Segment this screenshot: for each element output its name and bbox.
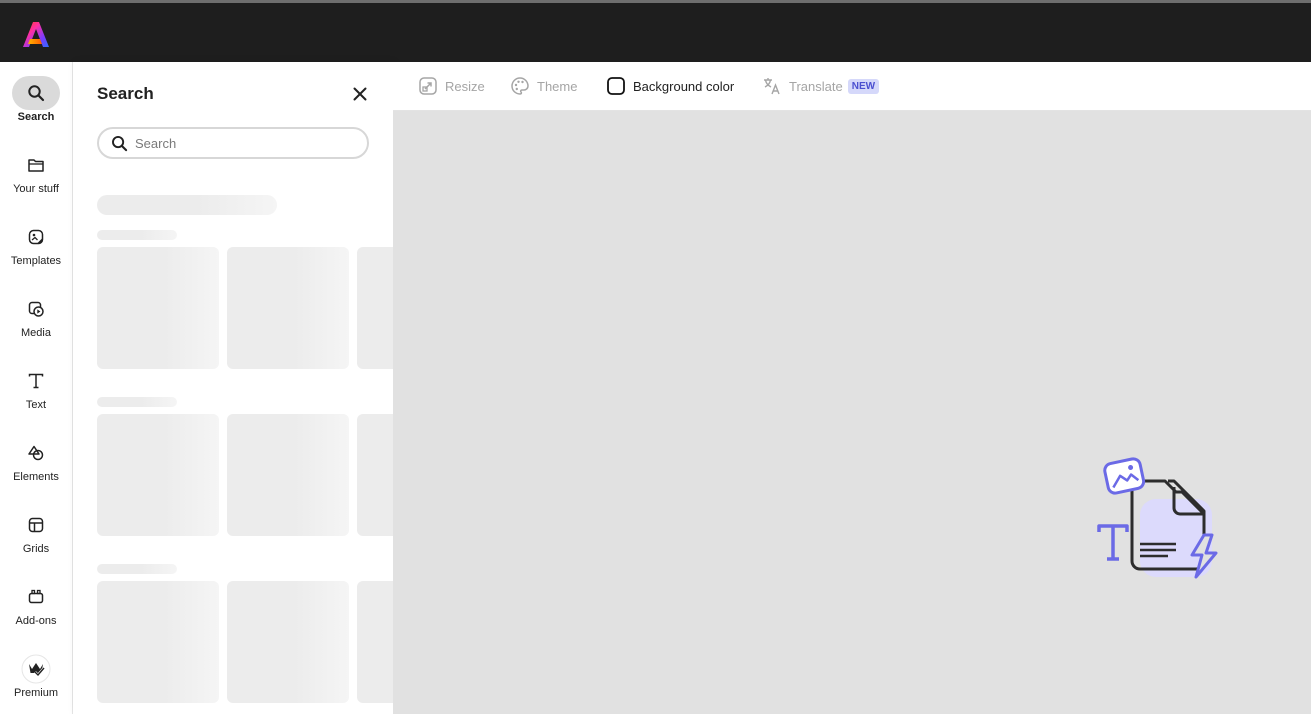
app-header bbox=[0, 0, 1311, 62]
rail-item-templates[interactable]: Templates bbox=[0, 220, 72, 280]
search-panel: Search bbox=[73, 62, 393, 714]
rail-item-grids[interactable]: Grids bbox=[0, 508, 72, 568]
text-icon bbox=[12, 364, 60, 398]
loading-placeholder-label bbox=[97, 230, 177, 240]
loading-placeholder-heading bbox=[97, 195, 277, 215]
search-icon bbox=[112, 136, 128, 152]
rail-label: Your stuff bbox=[13, 183, 59, 195]
search-field[interactable] bbox=[97, 127, 369, 159]
loading-placeholder-card bbox=[97, 581, 219, 703]
grids-icon bbox=[12, 508, 60, 542]
left-nav-rail: Search Your stuff Templates Media Text E… bbox=[0, 62, 73, 714]
search-icon bbox=[12, 76, 60, 110]
theme-label: Theme bbox=[537, 78, 578, 94]
translate-icon bbox=[764, 78, 780, 95]
rail-item-add-ons[interactable]: Add-ons bbox=[0, 580, 72, 640]
adobe-express-logo[interactable] bbox=[21, 20, 51, 50]
theme-button[interactable]: Theme bbox=[510, 76, 577, 96]
rail-label: Templates bbox=[10, 255, 62, 267]
loading-placeholder-card bbox=[357, 581, 393, 703]
rail-label: Premium bbox=[13, 687, 58, 699]
translate-button[interactable]: Translate NEW bbox=[762, 76, 880, 96]
empty-document-illustration bbox=[1097, 457, 1218, 579]
loading-placeholder-card bbox=[357, 414, 393, 536]
resize-icon bbox=[419, 77, 437, 95]
resize-button[interactable]: Resize bbox=[418, 76, 485, 96]
loading-placeholder-card bbox=[97, 247, 219, 369]
rail-item-premium[interactable]: Premium bbox=[0, 652, 72, 712]
rail-item-media[interactable]: Media bbox=[0, 292, 72, 352]
search-input[interactable] bbox=[135, 134, 355, 152]
rail-label: Text bbox=[25, 399, 47, 411]
rail-label: Elements bbox=[13, 471, 59, 483]
media-icon bbox=[12, 292, 60, 326]
loading-placeholder-card bbox=[97, 414, 219, 536]
loading-placeholder-card bbox=[227, 247, 349, 369]
folder-icon bbox=[12, 148, 60, 182]
resize-label: Resize bbox=[445, 78, 485, 94]
background-color-button[interactable]: Background color bbox=[606, 76, 734, 96]
translate-label: Translate bbox=[789, 78, 843, 94]
elements-icon bbox=[12, 436, 60, 470]
rail-label: Add-ons bbox=[15, 615, 57, 627]
background-color-label: Background color bbox=[633, 78, 735, 94]
panel-title: Search bbox=[97, 84, 154, 103]
loading-placeholder-label bbox=[97, 397, 177, 407]
loading-placeholder-card bbox=[227, 414, 349, 536]
color-swatch-icon bbox=[607, 77, 625, 95]
premium-icon bbox=[12, 652, 60, 686]
rail-label: Grids bbox=[22, 543, 50, 555]
templates-icon bbox=[12, 220, 60, 254]
rail-item-search[interactable]: Search bbox=[0, 76, 72, 136]
canvas-toolbar: Resize Theme Background color Translate … bbox=[393, 62, 1311, 111]
rail-item-elements[interactable]: Elements bbox=[0, 436, 72, 496]
design-canvas[interactable] bbox=[393, 111, 1311, 714]
loading-placeholder-card bbox=[357, 247, 393, 369]
rail-item-text[interactable]: Text bbox=[0, 364, 72, 424]
rail-item-your-stuff[interactable]: Your stuff bbox=[0, 148, 72, 208]
loading-placeholder-card bbox=[227, 581, 349, 703]
close-panel-button[interactable] bbox=[349, 83, 371, 105]
new-badge: NEW bbox=[847, 78, 880, 94]
loading-placeholder-label bbox=[97, 564, 177, 574]
add-ons-icon bbox=[12, 580, 60, 614]
close-icon bbox=[353, 87, 367, 101]
palette-icon bbox=[511, 77, 529, 95]
rail-label: Search bbox=[17, 111, 55, 123]
rail-label: Media bbox=[21, 327, 51, 339]
